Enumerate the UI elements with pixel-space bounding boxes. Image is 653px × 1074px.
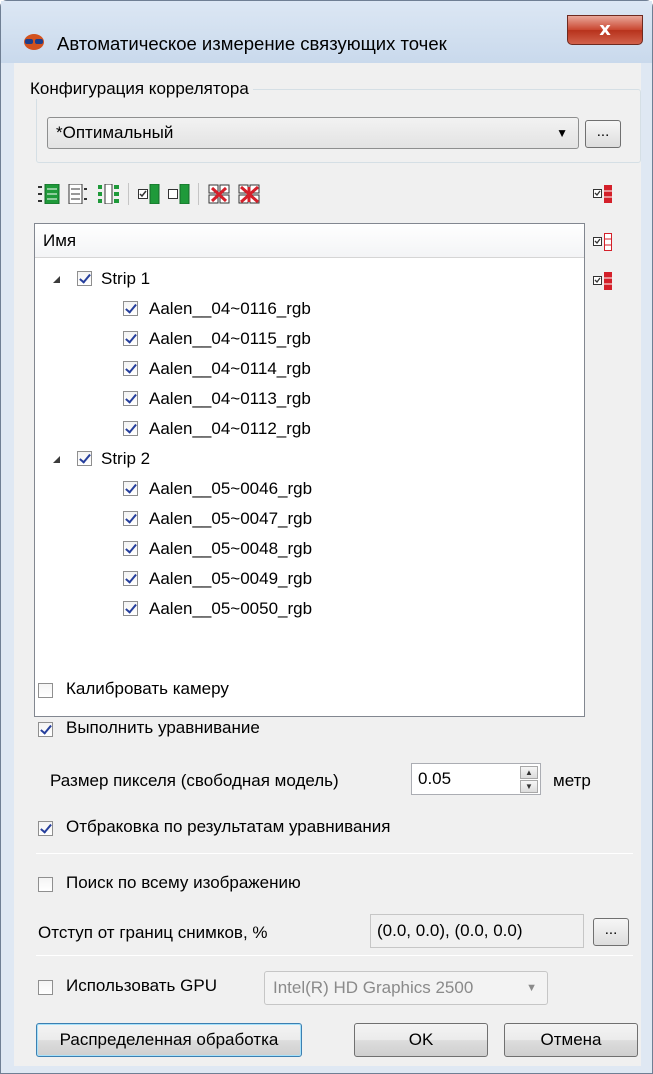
reject-by-adjustment-checkbox[interactable]	[38, 821, 53, 836]
correlator-group-label: Конфигурация коррелятора	[26, 79, 253, 99]
spin-down-icon[interactable]: ▼	[520, 780, 538, 793]
tree-row-image[interactable]: Aalen__05~0050_rgb	[35, 594, 584, 624]
collapse-arrow-icon[interactable]	[53, 276, 60, 283]
margin-value-field: (0.0, 0.0), (0.0, 0.0)	[370, 914, 584, 948]
image-checkbox[interactable]	[123, 511, 138, 526]
correlator-selected-value: *Оптимальный	[56, 123, 174, 142]
image-label: Aalen__05~0046_rgb	[149, 479, 313, 498]
use-gpu-label[interactable]: Использовать GPU	[66, 976, 217, 996]
collapse-all-icon[interactable]	[68, 184, 90, 204]
tree-row-image[interactable]: Aalen__04~0114_rgb	[35, 354, 584, 384]
check-list-red-icon[interactable]	[593, 185, 613, 203]
image-label: Aalen__04~0113_rgb	[149, 389, 311, 408]
image-label: Aalen__04~0112_rgb	[149, 419, 311, 438]
image-checkbox[interactable]	[123, 361, 138, 376]
image-checkbox[interactable]	[123, 391, 138, 406]
margin-browse-button[interactable]: ...	[593, 918, 629, 946]
image-label: Aalen__05~0050_rgb	[149, 599, 313, 618]
correlator-config-select[interactable]: *Оптимальный ▼	[47, 117, 579, 149]
toolbar-separator	[198, 183, 199, 205]
pixel-size-unit: метр	[553, 771, 591, 790]
tree-row-image[interactable]: Aalen__04~0115_rgb	[35, 324, 584, 354]
margin-label: Отступ от границ снимков, %	[38, 923, 268, 942]
tree-column-header-name[interactable]: Имя	[35, 224, 584, 258]
adjustment-label[interactable]: Выполнить уравнивание	[66, 718, 260, 738]
image-label: Aalen__04~0114_rgb	[149, 359, 311, 378]
strip-checkbox[interactable]	[77, 451, 92, 466]
collapse-arrow-icon[interactable]	[53, 456, 60, 463]
tree-row-image[interactable]: Aalen__04~0113_rgb	[35, 384, 584, 414]
image-checkbox[interactable]	[123, 331, 138, 346]
remove-all-icon[interactable]	[238, 184, 260, 204]
use-gpu-checkbox[interactable]	[38, 980, 53, 995]
tree-view-icon[interactable]	[98, 184, 120, 204]
image-checkbox[interactable]	[123, 571, 138, 586]
app-icon	[24, 34, 44, 50]
pixel-size-value: 0.05	[418, 769, 452, 788]
tree-row-image[interactable]: Aalen__05~0047_rgb	[35, 504, 584, 534]
image-label: Aalen__04~0115_rgb	[149, 329, 311, 348]
dialog-body: Конфигурация коррелятора *Оптимальный ▼ …	[14, 63, 641, 1066]
window-title: Автоматическое измерение связующих точек	[57, 33, 447, 54]
search-whole-image-label[interactable]: Поиск по всему изображению	[66, 873, 301, 893]
tree-row-image[interactable]: Aalen__04~0116_rgb	[35, 294, 584, 324]
search-whole-image-checkbox[interactable]	[38, 877, 53, 892]
pixel-size-input[interactable]: 0.05 ▲ ▼	[411, 763, 541, 795]
tree-row-strip-2[interactable]: Strip 2	[35, 444, 584, 474]
image-checkbox[interactable]	[123, 481, 138, 496]
separator	[36, 853, 633, 854]
image-label: Aalen__05~0048_rgb	[149, 539, 313, 558]
check-list-red-icon[interactable]	[593, 272, 613, 290]
remove-selected-icon[interactable]	[208, 184, 230, 204]
strip-label: Strip 2	[101, 449, 151, 468]
close-button[interactable]: x	[567, 15, 643, 45]
expand-all-icon[interactable]	[38, 184, 60, 204]
image-checkbox[interactable]	[123, 541, 138, 556]
spin-up-icon[interactable]: ▲	[520, 766, 538, 779]
images-tree[interactable]: Имя Strip 1 Aalen__04~0116_rgb Aalen__04…	[34, 223, 585, 717]
gpu-device-select: Intel(R) HD Graphics 2500 ▼	[264, 971, 548, 1005]
distributed-processing-button[interactable]: Распределенная обработка	[36, 1023, 302, 1057]
dialog-window: Автоматическое измерение связующих точек…	[0, 0, 653, 1074]
tree-row-image[interactable]: Aalen__05~0049_rgb	[35, 564, 584, 594]
image-checkbox[interactable]	[123, 601, 138, 616]
calibrate-camera-label[interactable]: Калибровать камеру	[66, 679, 229, 699]
cancel-button[interactable]: Отмена	[504, 1023, 638, 1057]
reject-by-adjustment-label[interactable]: Отбраковка по результатам уравнивания	[66, 817, 391, 837]
image-label: Aalen__04~0116_rgb	[149, 299, 311, 318]
strip-label: Strip 1	[101, 269, 151, 288]
toolbar-separator	[128, 183, 129, 205]
image-label: Aalen__05~0049_rgb	[149, 569, 313, 588]
image-checkbox[interactable]	[123, 301, 138, 316]
check-list-outline-icon[interactable]	[593, 233, 613, 251]
ok-button[interactable]: OK	[354, 1023, 488, 1057]
uncheck-all-icon[interactable]	[168, 184, 190, 204]
calibrate-camera-checkbox[interactable]	[38, 683, 53, 698]
pixel-size-label: Размер пикселя (свободная модель)	[50, 771, 339, 790]
strip-checkbox[interactable]	[77, 271, 92, 286]
title-bar[interactable]: Автоматическое измерение связующих точек…	[1, 1, 652, 63]
check-all-icon[interactable]	[138, 184, 160, 204]
tree-row-image[interactable]: Aalen__05~0046_rgb	[35, 474, 584, 504]
tree-row-strip-1[interactable]: Strip 1	[35, 264, 584, 294]
tree-row-image[interactable]: Aalen__05~0048_rgb	[35, 534, 584, 564]
adjustment-checkbox[interactable]	[38, 722, 53, 737]
gpu-device-value: Intel(R) HD Graphics 2500	[273, 978, 474, 997]
correlator-browse-button[interactable]: ...	[585, 120, 621, 148]
image-checkbox[interactable]	[123, 421, 138, 436]
tree-row-image[interactable]: Aalen__04~0112_rgb	[35, 414, 584, 444]
chevron-down-icon: ▼	[556, 126, 568, 140]
chevron-down-icon: ▼	[526, 982, 537, 994]
separator	[36, 955, 633, 956]
image-label: Aalen__05~0047_rgb	[149, 509, 313, 528]
